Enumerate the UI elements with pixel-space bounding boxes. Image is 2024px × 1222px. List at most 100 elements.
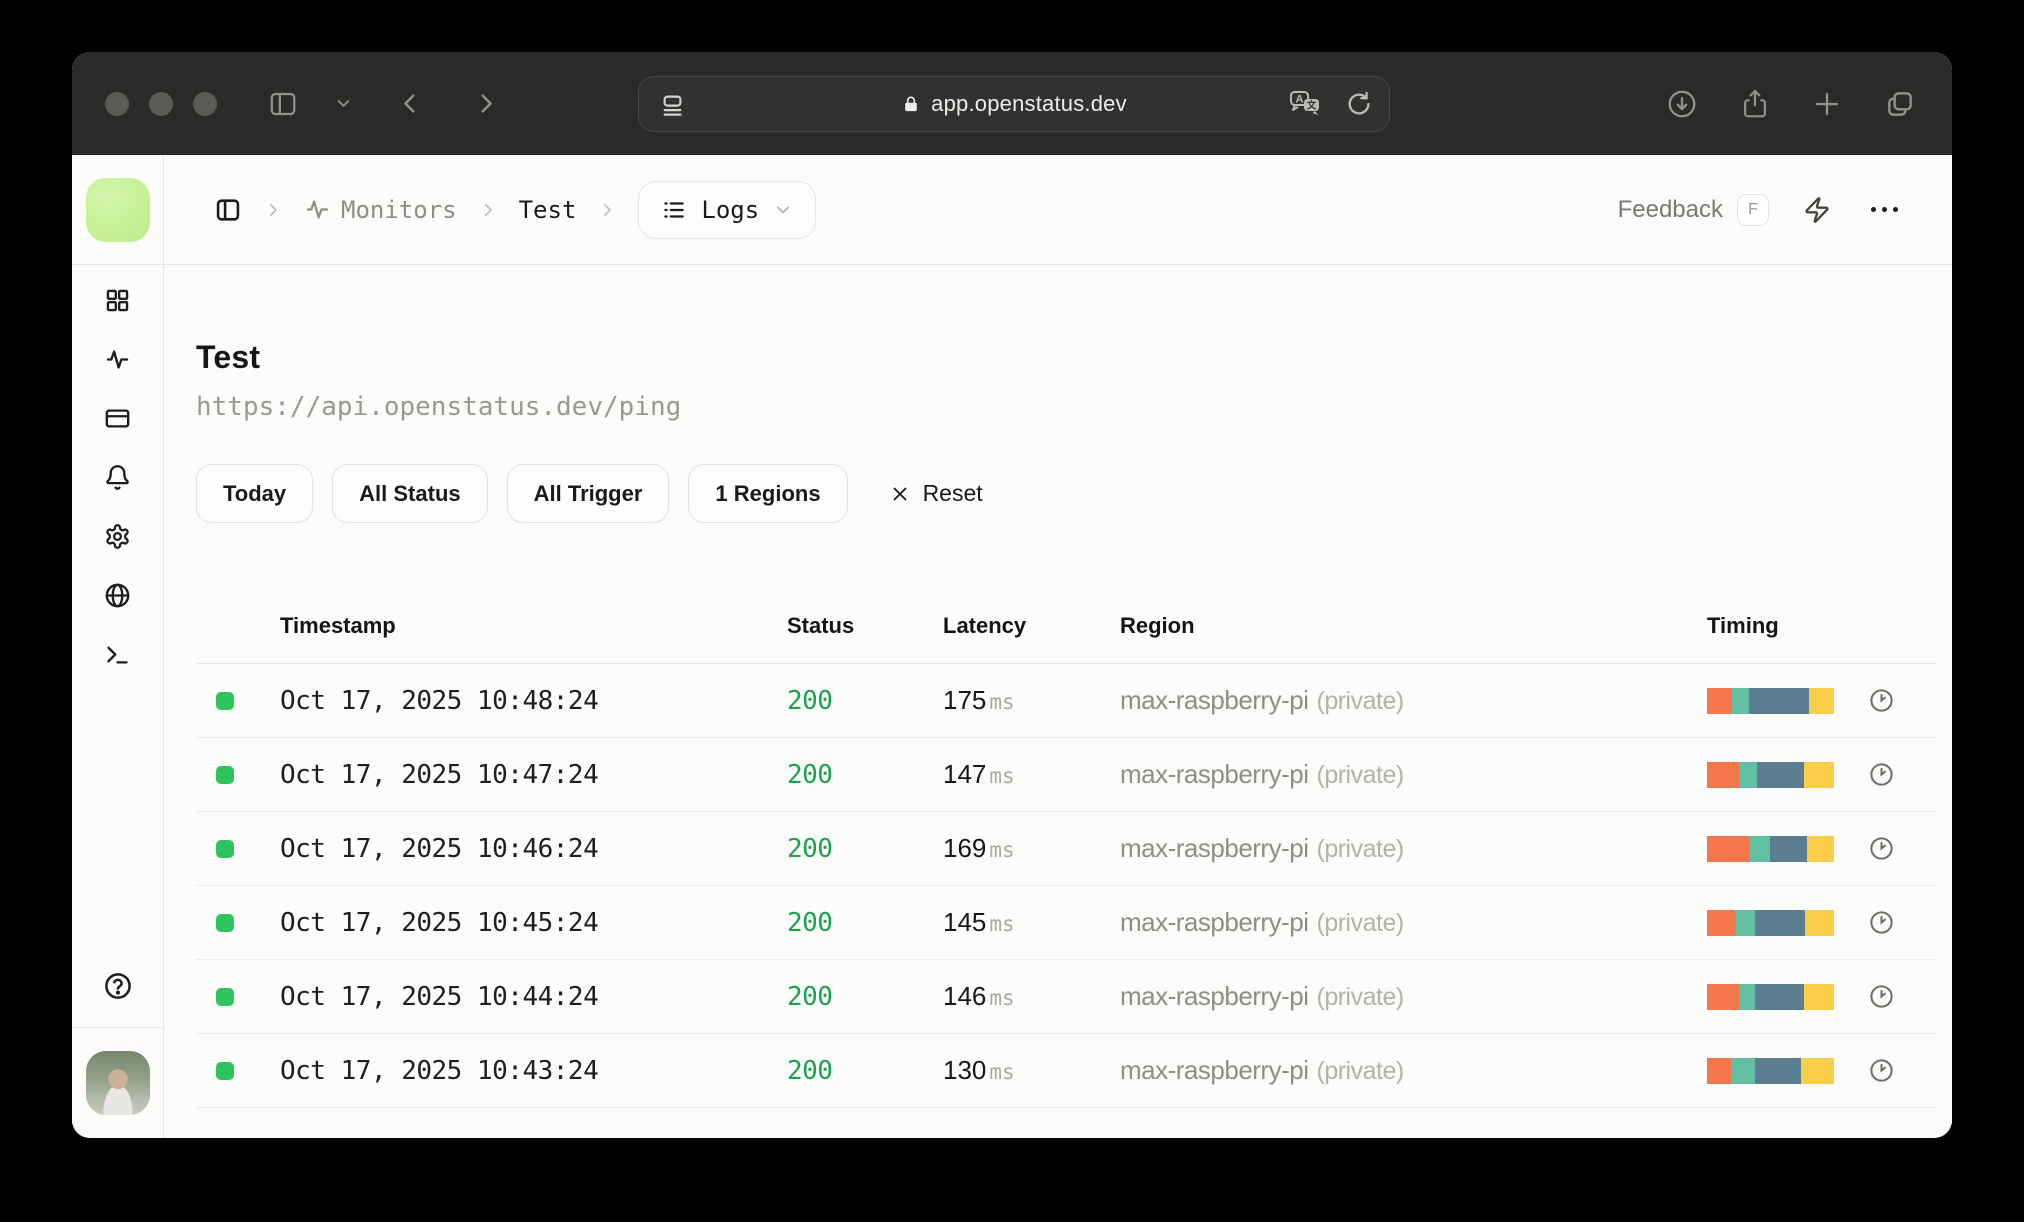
log-latency: 169 ms <box>943 833 1015 863</box>
sidebar-chevron-down-icon[interactable] <box>334 94 353 113</box>
log-timestamp: Oct 17, 2025 10:44:24 <box>280 981 599 1012</box>
browser-sidebar-toggle-icon[interactable] <box>268 89 298 119</box>
status-dot <box>216 987 234 1006</box>
workspace-logo[interactable] <box>85 177 150 242</box>
timing-segment <box>1707 761 1739 788</box>
more-options-icon[interactable] <box>1865 201 1904 218</box>
timing-segment <box>1755 1057 1801 1084</box>
filter-status-button[interactable]: All Status <box>332 464 488 523</box>
log-table-body: Oct 17, 2025 10:48:24 200 175 ms max-rasp… <box>196 664 1936 1108</box>
status-dot <box>216 839 234 858</box>
timing-segment <box>1770 835 1808 862</box>
log-row[interactable]: Oct 17, 2025 10:48:24 200 175 ms max-rasp… <box>196 664 1936 738</box>
log-row[interactable]: Oct 17, 2025 10:47:24 200 147 ms max-rasp… <box>196 738 1936 812</box>
filter-trigger-button[interactable]: All Trigger <box>506 464 670 523</box>
tab-overview-icon[interactable] <box>1884 88 1916 120</box>
logs-table-header: Timestamp Status Latency Region Timing <box>196 589 1936 664</box>
filter-regions-button[interactable]: 1 Regions <box>688 464 848 523</box>
timing-bar <box>1707 983 1834 1010</box>
log-row[interactable]: Oct 17, 2025 10:43:24 200 130 ms max-rasp… <box>196 1034 1936 1108</box>
timing-segment <box>1738 761 1757 788</box>
timing-segment <box>1804 909 1834 936</box>
clock-icon[interactable] <box>1854 909 1936 936</box>
timing-segment <box>1707 1057 1732 1084</box>
breadcrumb-separator-icon <box>479 201 497 219</box>
clock-icon[interactable] <box>1854 761 1936 788</box>
timing-bar <box>1707 687 1834 714</box>
browser-window: app.openstatus.dev A文 Monitors Test Logs… <box>72 52 1952 1138</box>
log-timestamp: Oct 17, 2025 10:43:24 <box>280 1055 599 1086</box>
svg-text:文: 文 <box>1306 100 1317 112</box>
sidebar-item-dashboard[interactable] <box>104 287 131 314</box>
close-window-button[interactable] <box>105 91 129 116</box>
filter-bar: Today All Status All Trigger 1 Regions R… <box>196 464 1936 523</box>
sidebar-item-settings[interactable] <box>104 523 131 550</box>
forward-button-icon[interactable] <box>472 90 499 117</box>
timing-segment <box>1736 909 1756 936</box>
sidebar-item-cli[interactable] <box>104 641 131 668</box>
sidebar-item-regions[interactable] <box>104 582 131 609</box>
timing-segment <box>1803 983 1834 1010</box>
column-header-latency: Latency <box>943 613 1027 638</box>
page-title: Test <box>196 339 261 375</box>
log-region: max-raspberry-pi (private) <box>1120 685 1404 715</box>
log-latency: 146 ms <box>943 981 1015 1011</box>
page-settings-icon[interactable] <box>659 91 686 118</box>
back-button-icon[interactable] <box>397 90 424 117</box>
sidebar-item-notifications[interactable] <box>104 464 131 491</box>
reset-filters-button[interactable]: Reset <box>889 480 983 507</box>
timing-segment <box>1707 687 1733 714</box>
reload-icon[interactable] <box>1345 90 1373 118</box>
log-region: max-raspberry-pi (private) <box>1120 833 1404 863</box>
zoom-window-button[interactable] <box>193 91 217 116</box>
downloads-icon[interactable] <box>1666 88 1698 120</box>
log-row[interactable]: Oct 17, 2025 10:46:24 200 169 ms max-rasp… <box>196 812 1936 886</box>
feedback-button[interactable]: Feedback F <box>1618 193 1769 226</box>
monitor-endpoint-url: https://api.openstatus.dev/ping <box>196 392 682 422</box>
log-status-code: 200 <box>787 833 833 864</box>
timing-segment <box>1755 909 1805 936</box>
timing-segment <box>1731 1057 1756 1084</box>
breadcrumb-item-monitors[interactable]: Monitors <box>304 196 457 224</box>
quick-actions-icon[interactable] <box>1803 196 1831 224</box>
log-status-code: 200 <box>787 759 833 790</box>
timing-segment <box>1707 909 1737 936</box>
clock-icon[interactable] <box>1854 835 1936 862</box>
sidebar-item-status-pages[interactable] <box>104 405 131 432</box>
timing-bar <box>1707 761 1834 788</box>
timing-bar <box>1707 909 1834 936</box>
timing-segment <box>1748 835 1771 862</box>
clock-icon[interactable] <box>1854 687 1936 714</box>
feedback-shortcut-badge: F <box>1737 193 1769 226</box>
clock-icon[interactable] <box>1854 983 1936 1010</box>
address-bar[interactable]: app.openstatus.dev A文 <box>638 76 1390 132</box>
view-selector-logs[interactable]: Logs <box>638 180 817 239</box>
share-icon[interactable] <box>1740 88 1770 120</box>
address-text[interactable]: app.openstatus.dev <box>931 91 1127 117</box>
status-dot <box>216 913 234 932</box>
column-header-timing: Timing <box>1707 613 1779 638</box>
log-row[interactable]: Oct 17, 2025 10:45:24 200 145 ms max-rasp… <box>196 886 1936 960</box>
log-row[interactable]: Oct 17, 2025 10:44:24 200 146 ms max-rasp… <box>196 960 1936 1034</box>
filter-date-button[interactable]: Today <box>196 464 314 523</box>
translate-icon[interactable]: A文 <box>1289 89 1323 119</box>
sidebar-item-monitors[interactable] <box>104 346 131 373</box>
user-avatar[interactable] <box>85 1051 150 1115</box>
log-region: max-raspberry-pi (private) <box>1120 759 1404 789</box>
timing-segment <box>1748 687 1809 714</box>
log-latency: 130 ms <box>943 1055 1015 1085</box>
timing-segment <box>1707 835 1749 862</box>
breadcrumb-item-monitor-name[interactable]: Test <box>519 196 577 224</box>
clock-icon[interactable] <box>1854 1057 1936 1084</box>
log-latency: 147 ms <box>943 759 1015 789</box>
lock-icon <box>901 94 921 114</box>
app-sidebar-toggle-icon[interactable] <box>214 196 242 224</box>
log-latency: 175 ms <box>943 685 1015 715</box>
timing-segment <box>1808 687 1834 714</box>
new-tab-icon[interactable] <box>1812 89 1842 119</box>
column-header-status: Status <box>787 613 855 638</box>
browser-titlebar: app.openstatus.dev A文 <box>72 52 1952 155</box>
minimize-window-button[interactable] <box>149 91 173 116</box>
log-timestamp: Oct 17, 2025 10:45:24 <box>280 907 599 938</box>
help-icon[interactable] <box>103 971 133 1001</box>
